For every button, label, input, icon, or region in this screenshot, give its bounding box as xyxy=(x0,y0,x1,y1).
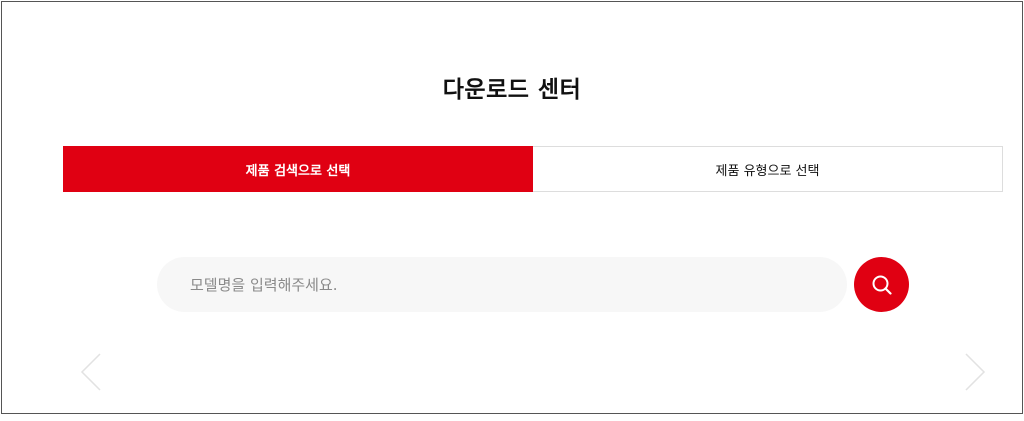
tab-search-by-product[interactable]: 제품 검색으로 선택 xyxy=(63,146,533,192)
download-center-panel: 다운로드 센터 제품 검색으로 선택 제품 유형으로 선택 xyxy=(1,1,1023,414)
tab-bar: 제품 검색으로 선택 제품 유형으로 선택 xyxy=(63,146,1003,192)
tab-label: 제품 검색으로 선택 xyxy=(245,163,351,179)
chevron-left-icon xyxy=(80,353,101,391)
chevron-right-icon xyxy=(965,353,986,391)
page-title: 다운로드 센터 xyxy=(442,77,582,103)
search-icon xyxy=(870,273,894,297)
carousel-prev-button[interactable] xyxy=(78,352,104,392)
tab-label: 제품 유형으로 선택 xyxy=(715,163,820,179)
carousel-next-button[interactable] xyxy=(962,352,988,392)
model-search-input[interactable] xyxy=(157,257,847,312)
tab-select-by-type[interactable]: 제품 유형으로 선택 xyxy=(533,146,1003,192)
search-button[interactable] xyxy=(854,257,909,312)
